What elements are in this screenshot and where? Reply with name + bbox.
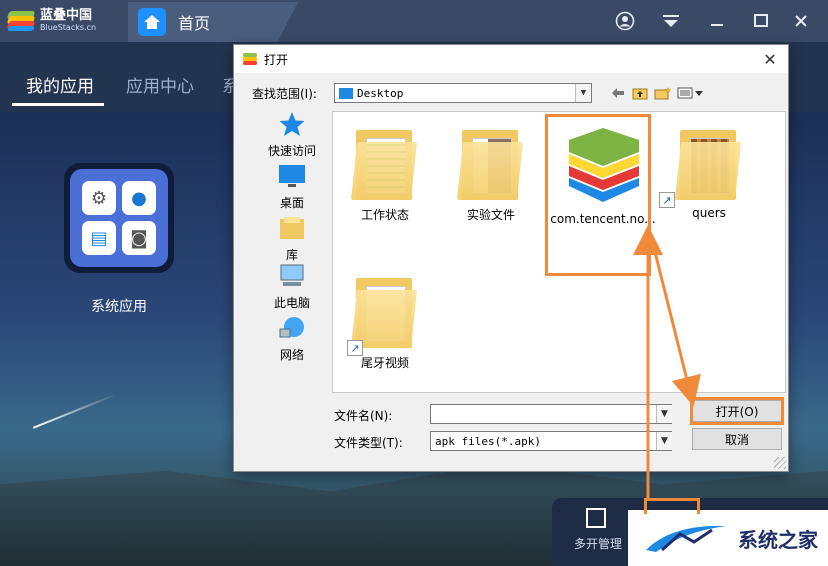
place-label: 快速访问 — [267, 144, 316, 158]
multi-instance-label[interactable]: 多开管理 — [574, 535, 622, 552]
up-folder-icon[interactable] — [630, 83, 650, 103]
file-item-work-status[interactable]: 工作状态 — [335, 126, 435, 223]
computer-icon — [280, 264, 304, 286]
settings-icon: ⚙ — [82, 181, 116, 215]
shortcut-arrow-icon: ↗ — [347, 340, 363, 356]
folder-icon — [456, 126, 526, 200]
menu-dropdown-icon[interactable] — [658, 8, 684, 34]
view-menu-icon[interactable] — [676, 83, 706, 103]
nav-item-my-apps[interactable]: 我的应用 — [26, 72, 94, 97]
place-label: 库 — [285, 248, 298, 262]
active-tab-indicator — [12, 103, 104, 106]
dialog-app-icon — [243, 53, 257, 65]
look-in-dropdown[interactable]: Desktop ▼ — [334, 83, 592, 103]
close-icon[interactable] — [788, 8, 814, 34]
highlight-box-dock — [644, 498, 700, 514]
folder-icon — [350, 126, 420, 200]
minimize-icon[interactable] — [704, 8, 730, 34]
file-manager-icon: ▤ — [82, 221, 116, 255]
brand: 蓝叠中国 BlueStacks.cn — [6, 6, 108, 36]
file-item-party-video[interactable]: ↗ 尾牙视频 — [335, 274, 435, 371]
file-label: 工作状态 — [360, 208, 409, 222]
place-this-pc[interactable]: 此电脑 — [252, 263, 332, 311]
system-apps-label: 系统应用 — [91, 299, 147, 315]
tab-home[interactable]: 首页 — [128, 2, 298, 42]
filetype-dropdown-icon[interactable]: ▼ — [656, 432, 672, 450]
bluestacks-logo-icon — [6, 11, 36, 31]
place-library[interactable]: 库 — [252, 215, 332, 263]
file-label: 实验文件 — [466, 208, 515, 222]
place-label: 此电脑 — [273, 296, 310, 310]
shortcut-arrow-icon: ↗ — [659, 192, 675, 208]
camera-icon: ◙ — [122, 221, 156, 255]
new-folder-icon[interactable] — [652, 83, 674, 103]
account-icon[interactable] — [612, 8, 638, 34]
system-apps-folder[interactable]: ⚙ ● ▤ ◙ — [64, 163, 174, 273]
file-item-experiment-files[interactable]: 实验文件 — [441, 126, 541, 223]
file-label: 尾牙视频 — [360, 356, 409, 370]
desktop-small-icon — [339, 87, 353, 99]
filetype-select[interactable]: apk files(*.apk) — [430, 431, 672, 451]
place-network[interactable]: 网络 — [252, 315, 332, 363]
places-bar: 快速访问 桌面 库 此电脑 网络 — [252, 111, 332, 391]
tab-home-label: 首页 — [178, 14, 211, 33]
dialog-titlebar: 打开 — [234, 45, 788, 73]
resize-grip[interactable] — [774, 457, 786, 469]
star-icon — [279, 112, 305, 136]
place-label: 网络 — [279, 348, 304, 362]
folder-icon — [674, 126, 744, 200]
back-arrow-icon[interactable] — [608, 83, 628, 103]
nav-item-app-center[interactable]: 应用中心 — [126, 72, 194, 97]
place-quick-access[interactable]: 快速访问 — [252, 111, 332, 159]
brand-subtitle: BlueStacks.cn — [40, 23, 97, 32]
library-icon — [280, 217, 304, 239]
place-label: 桌面 — [279, 196, 304, 210]
network-icon — [279, 317, 304, 338]
look-in-value: Desktop — [357, 86, 404, 100]
highlight-box-apk — [545, 114, 651, 276]
globe-icon: ● — [122, 181, 156, 215]
highlight-box-open — [690, 397, 784, 425]
home-icon — [138, 8, 166, 36]
filename-label: 文件名(N): — [334, 409, 393, 423]
chevron-down-icon[interactable]: ▼ — [575, 84, 591, 102]
filename-input[interactable] — [430, 404, 672, 424]
place-desktop[interactable]: 桌面 — [252, 163, 332, 211]
watermark: 系统之家 — [628, 510, 828, 566]
filename-dropdown-icon[interactable]: ▼ — [656, 405, 672, 423]
dialog-close-icon[interactable]: ✕ — [758, 47, 782, 71]
maximize-icon[interactable] — [748, 8, 774, 34]
watermark-text: 系统之家 — [738, 527, 818, 552]
watermark-logo-icon — [642, 520, 730, 556]
folder-icon — [350, 274, 420, 348]
file-label: quers — [692, 206, 726, 220]
dialog-title: 打开 — [264, 52, 289, 67]
multi-instance-icon[interactable] — [586, 508, 606, 528]
file-item-quers[interactable]: ↗ quers — [659, 126, 759, 220]
filetype-value: apk files(*.apk) — [435, 434, 541, 448]
brand-title: 蓝叠中国 — [40, 8, 93, 23]
desktop-icon — [279, 165, 305, 187]
look-in-label: 查找范围(I): — [252, 87, 317, 101]
cancel-button[interactable]: 取消 — [692, 428, 782, 450]
filetype-label: 文件类型(T): — [334, 436, 403, 450]
open-file-dialog: 打开 ✕ 查找范围(I): Desktop ▼ 快速访问 桌面 库 此电脑 网络… — [233, 44, 789, 472]
